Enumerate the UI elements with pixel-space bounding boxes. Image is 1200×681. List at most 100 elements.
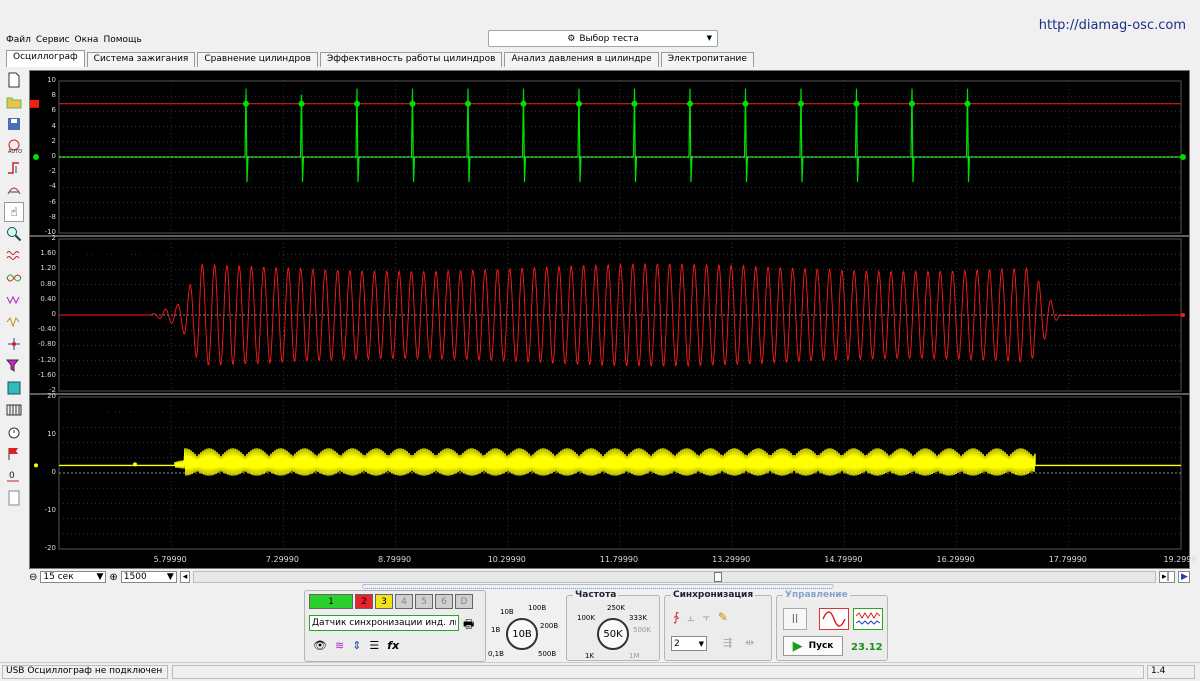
voltage-label-100v: 100В <box>528 604 547 612</box>
waveform-invert-icon[interactable] <box>4 290 24 310</box>
sync-marker <box>520 100 527 107</box>
y-tick-label: 0 <box>51 152 56 160</box>
sync-channel-select[interactable]: 2 ▼ <box>671 636 707 651</box>
eye-icon[interactable]: 👁 <box>313 639 327 652</box>
menu-file[interactable]: Файл <box>6 35 31 45</box>
channel-5-button[interactable]: 5 <box>415 594 433 609</box>
panel-splitter[interactable] <box>362 584 834 589</box>
x-tick-label: 11.79990 <box>599 555 639 564</box>
website-url[interactable]: http://diamag-osc.com <box>1039 18 1186 33</box>
filter-icon[interactable] <box>4 356 24 376</box>
y-tick-label: -8 <box>49 212 56 221</box>
sync-marker <box>798 100 804 107</box>
waveform-compare-icon[interactable] <box>4 268 24 288</box>
zoom-in-icon[interactable] <box>4 224 24 244</box>
measure-grid-icon[interactable] <box>4 400 24 420</box>
frequency-label-250k: 250K <box>607 604 625 612</box>
connection-status: USB Осциллограф не подключен <box>2 665 168 679</box>
frequency-knob[interactable]: 50K <box>597 618 629 650</box>
waveform-canvas <box>30 80 1189 550</box>
tab-cylinder-pressure[interactable]: Анализ давления в цилиндре <box>504 52 659 67</box>
channel-sensor-select[interactable]: Датчик синхронизации инд. ли... <box>309 615 459 631</box>
channel-2-button[interactable]: 2 <box>355 594 373 609</box>
channel-3-button[interactable]: 3 <box>375 594 393 609</box>
zero-offset-icon[interactable]: 0 <box>4 466 24 486</box>
line-width-icon[interactable]: ☰ <box>369 639 379 652</box>
sync-position-icon[interactable]: ⇹ <box>745 636 754 649</box>
tab-ignition-system[interactable]: Система зажигания <box>86 52 196 67</box>
waveform-style-icon[interactable]: ≋ <box>335 639 344 652</box>
multi-mode-button[interactable] <box>853 608 883 630</box>
chevron-down-icon: ▼ <box>706 34 712 42</box>
zoom-in-button[interactable]: ⊕ <box>109 572 117 583</box>
voltage-label-200v: 200В <box>540 622 559 630</box>
notes-icon[interactable] <box>4 488 24 508</box>
channel-2-right-marker[interactable] <box>1181 313 1185 317</box>
voltage-knob[interactable]: 10В <box>506 618 538 650</box>
channel-3-label: 3 ДПКВ индуктивный (В) <box>62 405 207 416</box>
scroll-right-button[interactable]: ▸| <box>1159 571 1175 583</box>
y-tick-label: 6 <box>51 106 56 115</box>
channel-d-button[interactable]: D <box>455 594 473 609</box>
test-select-dropdown[interactable]: ⚙ Выбор теста ▼ <box>488 30 718 47</box>
pause-button[interactable]: || <box>783 608 807 630</box>
trigger-edge-icon[interactable] <box>4 158 24 178</box>
sine-mode-button[interactable] <box>819 608 849 630</box>
sync-rising-edge-icon[interactable]: ∱ <box>673 610 679 625</box>
x-tick-label: 10.29990 <box>487 555 526 564</box>
channel-1-right-marker[interactable] <box>1180 154 1186 160</box>
play-forward-button[interactable]: ▶ <box>1178 571 1190 583</box>
function-icon[interactable]: fx <box>387 639 399 652</box>
svg-text:0: 0 <box>9 471 15 481</box>
sync-rising-icon[interactable]: ⫠ <box>687 610 694 625</box>
tab-oscilloscope[interactable]: Осциллограф <box>6 50 85 67</box>
tab-cylinder-efficiency[interactable]: Эффективность работы цилиндров <box>319 52 503 67</box>
zoom-region-icon[interactable] <box>4 180 24 200</box>
version-label: 1.4 <box>1147 665 1195 679</box>
y-tick-label: 2 <box>51 234 56 242</box>
menu-help[interactable]: Помощь <box>103 35 141 45</box>
new-file-icon[interactable] <box>4 70 24 90</box>
channel-6-button[interactable]: 6 <box>435 594 453 609</box>
points-select[interactable]: 1500 ▼ <box>120 571 177 583</box>
y-tick-label: -4 <box>49 182 56 191</box>
trigger-marker[interactable] <box>30 99 39 108</box>
scrollbar-thumb[interactable] <box>713 572 722 582</box>
y-tick-label: 1.20 <box>40 264 56 273</box>
oscilloscope-display[interactable]: 1 Датчик синхронизации инд. линейка (В) … <box>29 70 1197 569</box>
menu-windows[interactable]: Окна <box>75 35 99 45</box>
save-icon[interactable] <box>4 114 24 134</box>
y-tick-label: 10 <box>47 430 56 438</box>
start-button[interactable]: ▶ Пуск <box>783 636 843 656</box>
waveform-sum-icon[interactable] <box>4 312 24 332</box>
tab-power-supply[interactable]: Электропитание <box>660 52 754 67</box>
voltage-label-1v: 1В <box>491 626 501 634</box>
sensor-config-icon[interactable]: 🖶 <box>463 615 474 636</box>
scroll-left-button[interactable]: ◂ <box>179 571 190 583</box>
waveform-overlay-icon[interactable] <box>4 246 24 266</box>
hand-pan-icon[interactable]: ☝ <box>4 202 24 222</box>
channel-3-offset-marker[interactable] <box>34 463 38 468</box>
channel-1-offset-marker[interactable] <box>33 154 39 160</box>
timebase-select[interactable]: 15 сек ▼ <box>40 571 107 583</box>
open-folder-icon[interactable] <box>4 92 24 112</box>
channel-1-trace <box>59 88 1181 183</box>
auto-scale-icon[interactable]: AUTO <box>4 136 24 156</box>
zoom-out-button[interactable]: ⊖ <box>29 572 37 583</box>
menu-service[interactable]: Сервис <box>36 35 70 45</box>
sync-marker <box>465 100 471 107</box>
marker-flag-icon[interactable] <box>4 444 24 464</box>
channel-1-label: 1 Датчик синхронизации инд. линейка (В) <box>62 87 308 98</box>
horizontal-scrollbar[interactable] <box>192 571 1156 583</box>
auto-clock-icon[interactable] <box>4 422 24 442</box>
signal-gen-icon[interactable] <box>4 378 24 398</box>
sync-level-icon[interactable]: ⇶ <box>723 636 732 649</box>
vertical-shift-icon[interactable]: ⇕ <box>352 639 361 652</box>
sync-auto-icon[interactable]: ✎ <box>718 610 728 625</box>
channel-1-button[interactable]: 1 <box>309 594 353 609</box>
cursor-line-icon[interactable] <box>4 334 24 354</box>
sync-marker <box>742 100 749 107</box>
sync-falling-icon[interactable]: ⫟ <box>703 610 710 625</box>
tab-cylinder-comparison[interactable]: Сравнение цилиндров <box>197 52 318 67</box>
channel-4-button[interactable]: 4 <box>395 594 413 609</box>
